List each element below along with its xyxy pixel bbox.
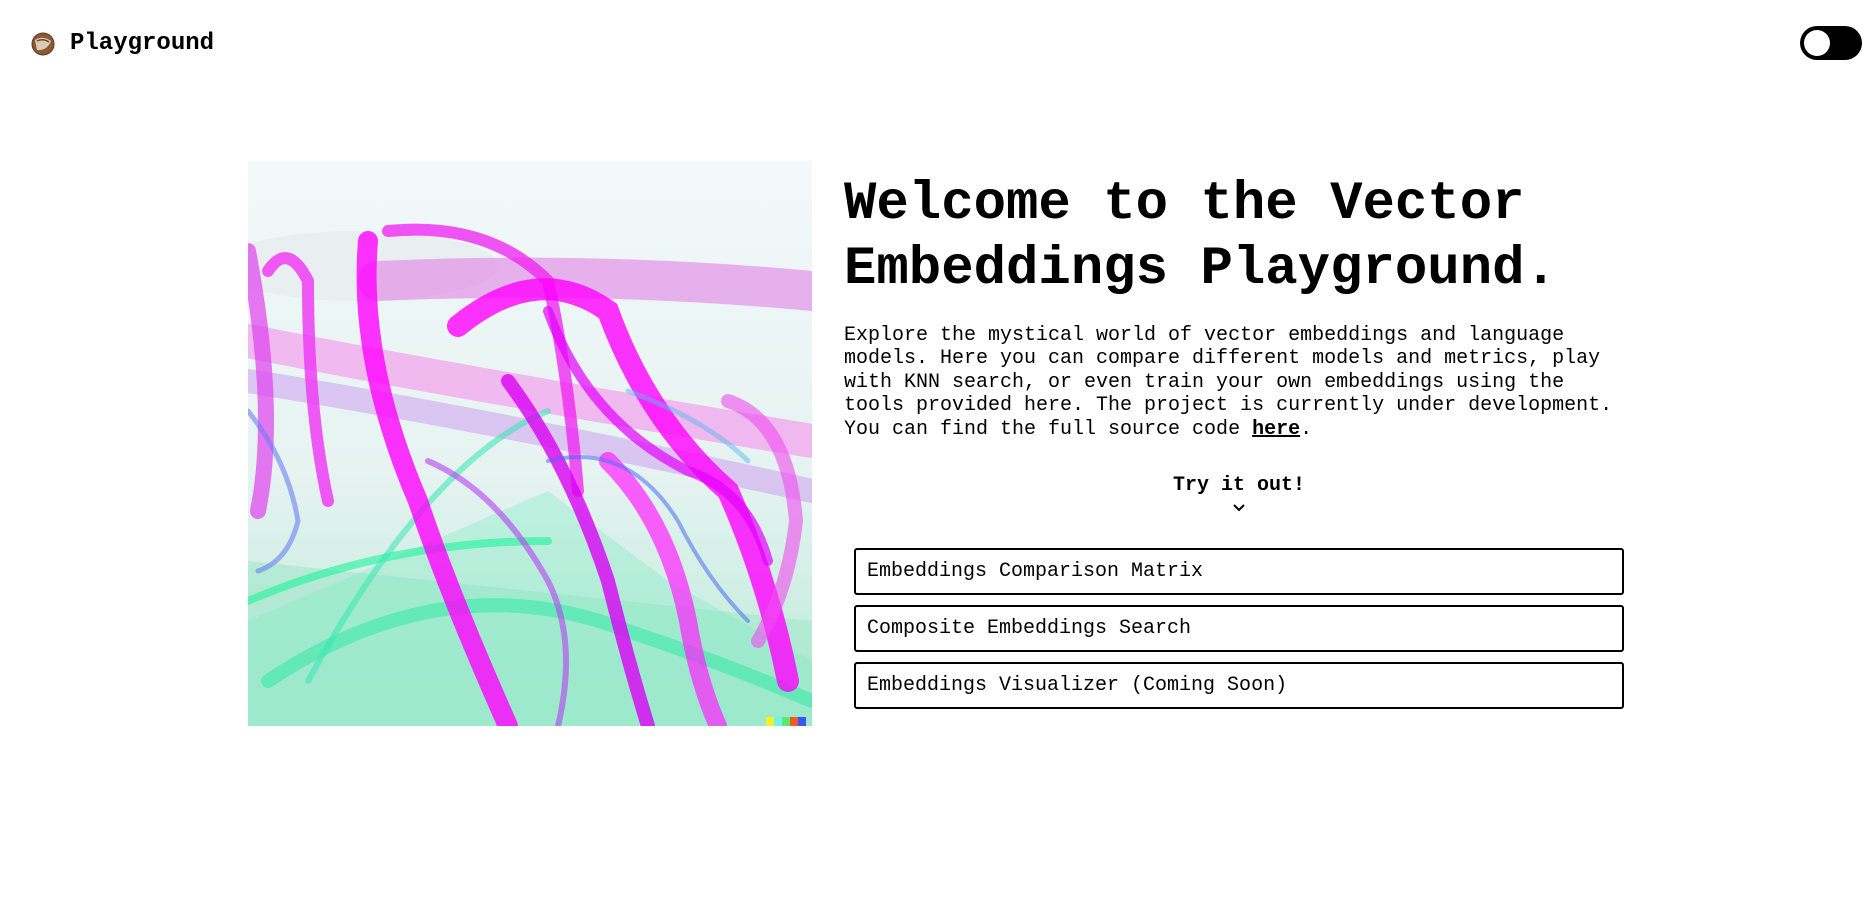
hero-image: [248, 161, 812, 726]
coconut-icon: [30, 31, 56, 57]
composite-embeddings-search-button[interactable]: Composite Embeddings Search: [854, 605, 1624, 652]
page-title: Welcome to the Vector Embeddings Playgro…: [844, 174, 1557, 300]
intro-text: Explore the mystical world of vector emb…: [844, 324, 1613, 441]
intro-end: .: [1300, 417, 1313, 441]
embeddings-comparison-matrix-button[interactable]: Embeddings Comparison Matrix: [854, 548, 1624, 595]
app-title: Playground: [70, 30, 215, 57]
abstract-art-image: [248, 161, 812, 726]
try-it-out: Try it out!: [844, 474, 1634, 513]
embeddings-visualizer-button[interactable]: Embeddings Visualizer (Coming Soon): [854, 662, 1624, 709]
chevron-down-icon[interactable]: [1232, 503, 1246, 513]
toggle-switch-icon: [1804, 30, 1830, 56]
try-it-out-label: Try it out!: [1172, 474, 1306, 497]
theme-toggle[interactable]: [1800, 26, 1862, 60]
tool-list: Embeddings Comparison Matrix Composite E…: [854, 548, 1624, 719]
top-bar: Playground: [0, 0, 1872, 90]
intro-paragraph: Explore the mystical world of vector emb…: [844, 324, 1634, 441]
hero-content: Welcome to the Vector Embeddings Playgro…: [844, 172, 1624, 441]
source-code-link[interactable]: here: [1252, 418, 1300, 441]
brand-link[interactable]: Playground: [30, 30, 214, 57]
